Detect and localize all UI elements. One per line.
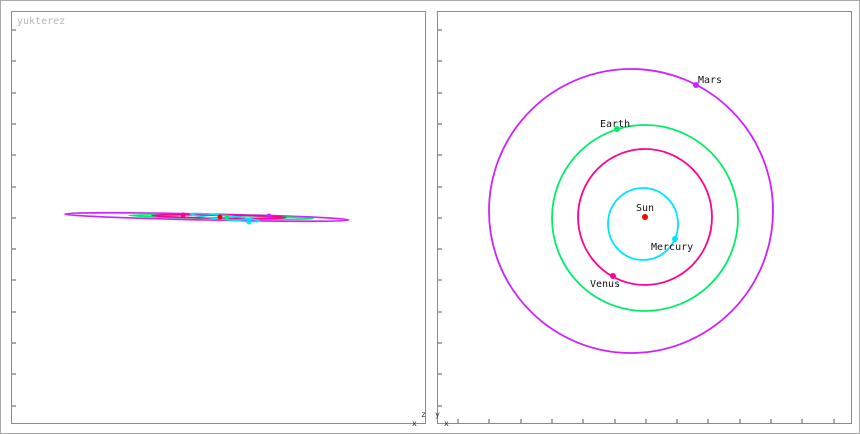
side-axis-v-label: z	[421, 410, 426, 419]
side-view-canvas[interactable]: z x	[12, 12, 426, 428]
mars-label: Mars	[698, 75, 722, 86]
top-axis-h-label: x	[444, 419, 449, 428]
app-frame: yukterez z x Sun Mercury Venus Earth Mar…	[0, 0, 860, 434]
top-view-panel[interactable]: Sun Mercury Venus Earth Mars y x	[435, 11, 852, 428]
mars-marker-side	[266, 213, 272, 219]
venus-marker-side	[180, 212, 186, 218]
side-view-y-ticks	[12, 29, 16, 407]
earth-marker-side	[224, 214, 230, 220]
sun-label: Sun	[636, 203, 654, 214]
top-view-y-ticks	[438, 29, 442, 407]
mercury-marker-side	[246, 219, 252, 225]
mercury-label: Mercury	[651, 242, 693, 253]
side-view-panel[interactable]: yukterez z x	[11, 11, 426, 428]
top-view-canvas[interactable]: Sun Mercury Venus Earth Mars y x	[435, 12, 851, 428]
top-view-x-ticks	[457, 419, 835, 423]
side-axis-h-label: x	[412, 419, 417, 428]
venus-label: Venus	[590, 279, 620, 290]
earth-label: Earth	[600, 119, 630, 130]
sun-marker-side	[217, 214, 223, 220]
top-axis-v-label: y	[435, 410, 440, 419]
sun-marker	[642, 214, 648, 220]
